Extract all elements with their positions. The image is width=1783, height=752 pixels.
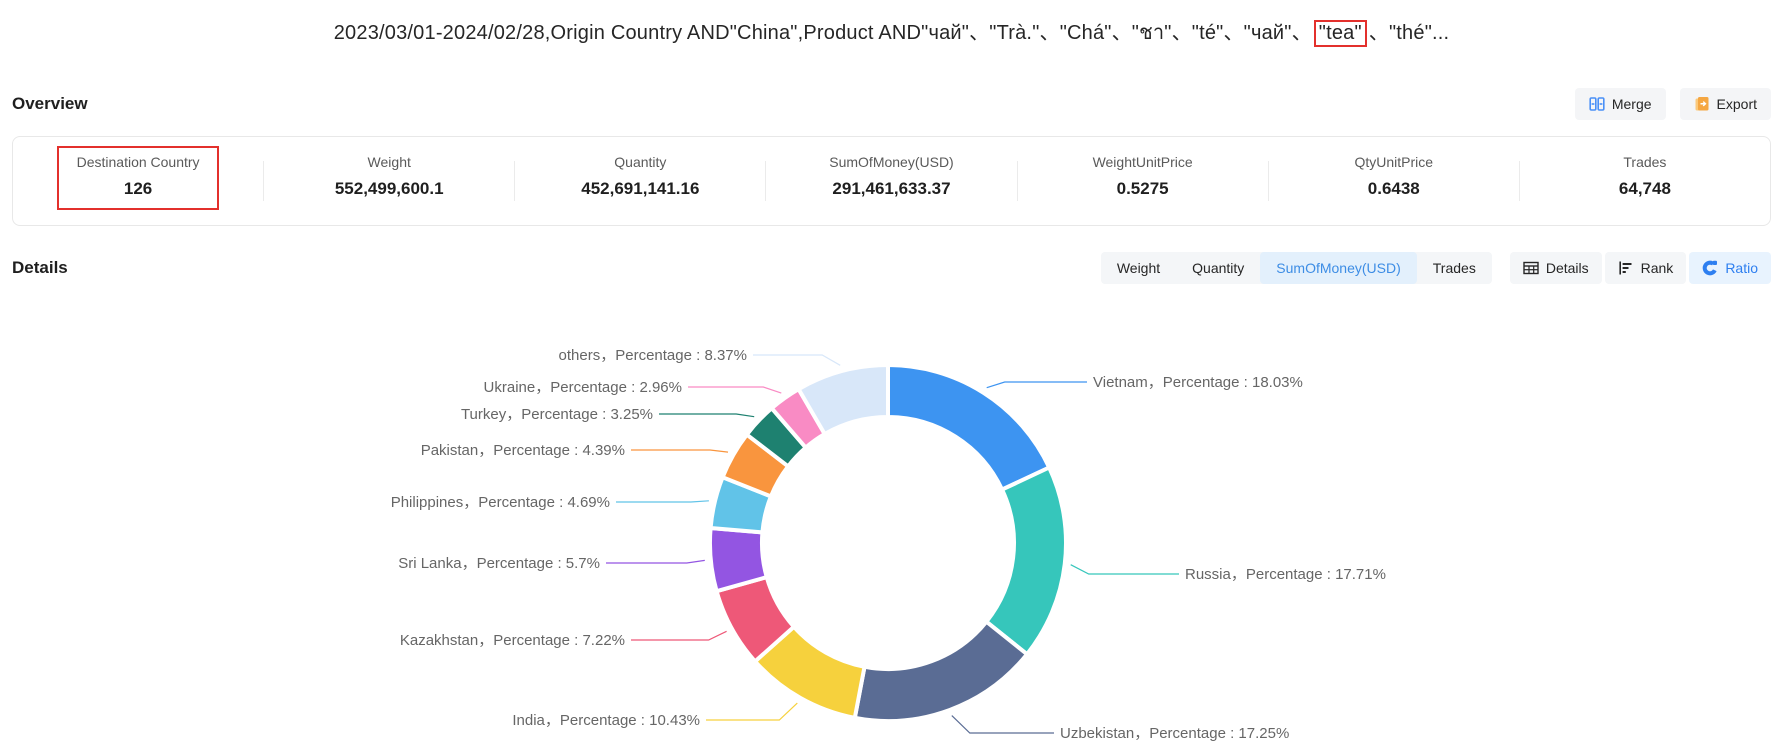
label-line-uzbekistan xyxy=(952,716,1054,733)
label-line-kazakhstan xyxy=(631,631,727,640)
tab-sumofmoney-usd[interactable]: SumOfMoney(USD) xyxy=(1260,252,1416,284)
overview-stats-card: Destination Country 126Weight 552,499,600.… xyxy=(12,136,1771,226)
pie-slice-uzbekistan[interactable] xyxy=(855,622,1027,721)
pie-label-turkey: Turkey，Percentage : 3.25% xyxy=(461,406,653,423)
highlight-red-box-title: "tea" xyxy=(1314,20,1367,47)
label-line-turkey xyxy=(659,414,754,417)
pie-slice-russia[interactable] xyxy=(986,468,1066,655)
table-icon xyxy=(1523,260,1539,276)
pie-label-vietnam: Vietnam，Percentage : 18.03% xyxy=(1093,374,1303,391)
overview-heading: Overview xyxy=(12,94,88,114)
stat-value: 64,748 xyxy=(1520,179,1770,199)
stat-label: Quantity xyxy=(515,154,765,170)
query-title-suffix: 、"thé"... xyxy=(1369,22,1449,44)
label-line-india xyxy=(706,703,797,720)
rank-icon xyxy=(1618,260,1634,276)
ratio-pie-chart: Vietnam，Percentage : 18.03% Russia，Percen… xyxy=(0,284,1783,752)
stat-destination-country: Destination Country 126 xyxy=(13,137,263,225)
export-button-label: Export xyxy=(1717,96,1757,112)
details-heading: Details xyxy=(12,258,68,278)
label-line-vietnam xyxy=(987,382,1087,388)
export-button[interactable]: Export xyxy=(1680,88,1771,120)
stat-value: 0.6438 xyxy=(1269,179,1519,199)
merge-button-label: Merge xyxy=(1612,96,1652,112)
query-title: 2023/03/01-2024/02/28,Origin Country AND… xyxy=(0,0,1783,48)
pie-label-ukraine: Ukraine，Percentage : 2.96% xyxy=(484,379,682,396)
query-title-text: 2023/03/01-2024/02/28,Origin Country AND… xyxy=(334,22,1312,44)
pie-chart-canvas: Vietnam，Percentage : 18.03% Russia，Percen… xyxy=(0,284,1783,752)
details-header-row: Details WeightQuantitySumOfMoney(USD)Tra… xyxy=(12,252,1771,284)
tab-ratio[interactable]: Ratio xyxy=(1689,252,1771,284)
view-tab-group: Details Rank Ratio xyxy=(1510,252,1771,284)
pie-label-others: others，Percentage : 8.37% xyxy=(559,347,747,364)
label-line-ukraine xyxy=(688,387,781,393)
merge-button[interactable]: Merge xyxy=(1575,88,1666,120)
label-line-russia xyxy=(1071,565,1179,574)
stat-quantity: Quantity 452,691,141.16 xyxy=(515,137,765,225)
tab-label: Rank xyxy=(1641,260,1674,276)
label-line-others xyxy=(753,355,840,365)
overview-actions: Merge Export xyxy=(1575,88,1771,120)
metric-tab-group: WeightQuantitySumOfMoney(USD)Trades xyxy=(1101,252,1492,284)
tab-trades[interactable]: Trades xyxy=(1417,252,1492,284)
pie-label-kazakhstan: Kazakhstan，Percentage : 7.22% xyxy=(400,632,625,649)
overview-header-row: Overview Merge xyxy=(12,88,1771,120)
tab-label: Details xyxy=(1546,260,1589,276)
pie-label-philippines: Philippines，Percentage : 4.69% xyxy=(391,494,610,511)
stat-label: Destination Country xyxy=(13,154,263,170)
stat-trades: Trades 64,748 xyxy=(1520,137,1770,225)
stat-qtyunitprice: QtyUnitPrice 0.6438 xyxy=(1269,137,1519,225)
trade-analysis-page: 2023/03/01-2024/02/28,Origin Country AND… xyxy=(0,0,1783,752)
stat-value: 291,461,633.37 xyxy=(766,179,1016,199)
stat-value: 126 xyxy=(13,179,263,199)
merge-icon xyxy=(1589,96,1605,112)
stat-sumofmoney-usd: SumOfMoney(USD) 291,461,633.37 xyxy=(766,137,1016,225)
stat-label: Weight xyxy=(264,154,514,170)
stat-label: QtyUnitPrice xyxy=(1269,154,1519,170)
pie-label-sri-lanka: Sri Lanka，Percentage : 5.7% xyxy=(398,555,600,572)
stat-weight: Weight 552,499,600.1 xyxy=(264,137,514,225)
pie-slice-vietnam[interactable] xyxy=(888,365,1049,490)
tab-weight[interactable]: Weight xyxy=(1101,252,1176,284)
stat-label: WeightUnitPrice xyxy=(1018,154,1268,170)
tab-details[interactable]: Details xyxy=(1510,252,1602,284)
label-line-sri-lanka xyxy=(606,560,705,563)
stat-value: 452,691,141.16 xyxy=(515,179,765,199)
stat-value: 0.5275 xyxy=(1018,179,1268,199)
pie-label-pakistan: Pakistan，Percentage : 4.39% xyxy=(421,442,625,459)
stat-label: Trades xyxy=(1520,154,1770,170)
stat-label: SumOfMoney(USD) xyxy=(766,154,1016,170)
pie-label-india: India，Percentage : 10.43% xyxy=(512,712,700,729)
label-line-pakistan xyxy=(631,450,728,452)
highlighted-keyword: "tea" xyxy=(1319,22,1362,44)
label-line-philippines xyxy=(616,501,709,502)
donut-icon xyxy=(1702,260,1718,276)
tab-quantity[interactable]: Quantity xyxy=(1176,252,1260,284)
tab-rank[interactable]: Rank xyxy=(1605,252,1687,284)
details-controls: WeightQuantitySumOfMoney(USD)Trades Deta… xyxy=(1101,252,1771,284)
stat-value: 552,499,600.1 xyxy=(264,179,514,199)
pie-label-uzbekistan: Uzbekistan，Percentage : 17.25% xyxy=(1060,725,1289,742)
stat-weightunitprice: WeightUnitPrice 0.5275 xyxy=(1018,137,1268,225)
export-icon xyxy=(1694,96,1710,112)
pie-label-russia: Russia，Percentage : 17.71% xyxy=(1185,566,1386,583)
tab-label: Ratio xyxy=(1725,260,1758,276)
